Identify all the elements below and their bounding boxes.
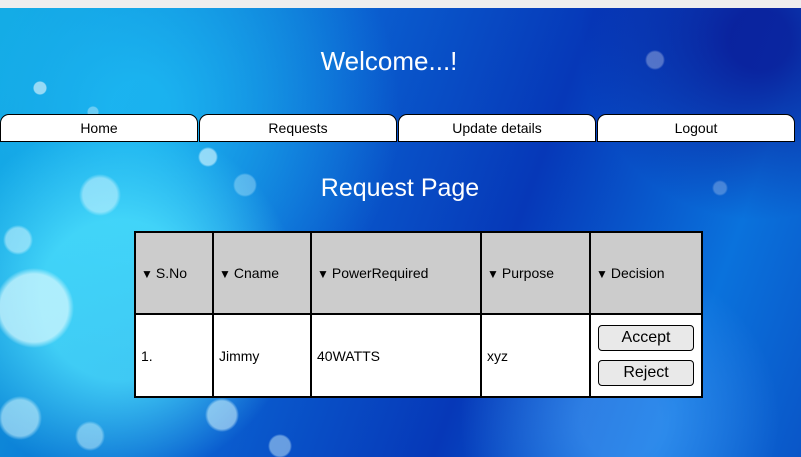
sort-down-icon: ▼ bbox=[219, 267, 231, 281]
column-header-label: S.No bbox=[155, 265, 188, 281]
reject-button[interactable]: Reject bbox=[598, 360, 694, 386]
page-background: Welcome...! Home Requests Update details… bbox=[0, 0, 801, 457]
nav-bar: Home Requests Update details Logout bbox=[0, 114, 796, 143]
cell-sno: 1. bbox=[134, 313, 214, 398]
column-header-sno[interactable]: ▼ S.No bbox=[134, 231, 214, 315]
cell-cname: Jimmy bbox=[212, 313, 312, 398]
browser-top-strip bbox=[0, 0, 801, 8]
column-header-label: Decision bbox=[610, 265, 665, 281]
table-row: 1. Jimmy 40WATTS xyz Accept Reject bbox=[134, 313, 703, 398]
nav-update-details[interactable]: Update details bbox=[398, 114, 596, 142]
cell-decision: Accept Reject bbox=[589, 313, 703, 398]
cell-purpose: xyz bbox=[480, 313, 591, 398]
requests-table: ▼ S.No ▼ Cname ▼ PowerRequired ▼ Purpose ▼ De… bbox=[134, 231, 703, 398]
column-header-label: Purpose bbox=[501, 265, 555, 281]
sort-down-icon: ▼ bbox=[317, 267, 329, 281]
accept-button[interactable]: Accept bbox=[598, 325, 694, 351]
nav-requests[interactable]: Requests bbox=[199, 114, 397, 142]
welcome-heading: Welcome...! bbox=[320, 46, 458, 76]
table-header-row: ▼ S.No ▼ Cname ▼ PowerRequired ▼ Purpose ▼ De… bbox=[134, 231, 703, 315]
column-header-purpose[interactable]: ▼ Purpose bbox=[480, 231, 591, 315]
sort-down-icon: ▼ bbox=[596, 267, 608, 281]
column-header-decision[interactable]: ▼ Decision bbox=[589, 231, 703, 315]
column-header-label: PowerRequired bbox=[331, 265, 429, 281]
column-header-cname[interactable]: ▼ Cname bbox=[212, 231, 312, 315]
nav-logout[interactable]: Logout bbox=[597, 114, 795, 142]
cell-power-required: 40WATTS bbox=[310, 313, 482, 398]
sort-down-icon: ▼ bbox=[141, 267, 153, 281]
page-title: Request Page bbox=[320, 174, 480, 202]
column-header-label: Cname bbox=[233, 265, 280, 281]
sort-down-icon: ▼ bbox=[487, 267, 499, 281]
nav-home[interactable]: Home bbox=[0, 114, 198, 142]
column-header-power-required[interactable]: ▼ PowerRequired bbox=[310, 231, 482, 315]
